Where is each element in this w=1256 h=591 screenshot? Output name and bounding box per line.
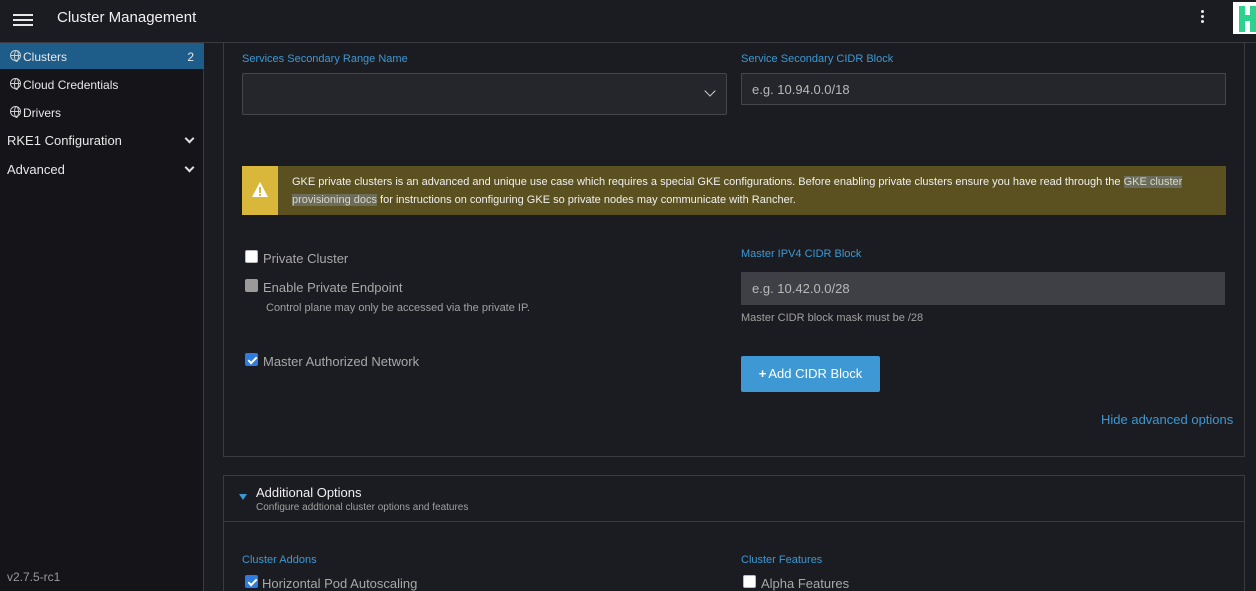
- globe-icon: [10, 78, 21, 90]
- page-title: Cluster Management: [57, 9, 197, 26]
- private-cluster-checkbox[interactable]: [245, 250, 258, 263]
- private-endpoint-checkbox[interactable]: [245, 279, 258, 292]
- plus-icon: +: [758, 366, 767, 381]
- private-endpoint-label: Enable Private Endpoint: [263, 280, 403, 295]
- add-cidr-block-button[interactable]: + Add CIDR Block: [741, 356, 880, 392]
- warning-icon: [242, 166, 278, 215]
- version-label: v2.7.5-rc1: [7, 570, 61, 584]
- sidebar-group-rke1-configuration[interactable]: RKE1 Configuration: [0, 127, 204, 153]
- services-range-select[interactable]: [242, 73, 727, 115]
- sidebar-group-advanced[interactable]: Advanced: [0, 156, 204, 182]
- alpha-features-checkbox[interactable]: [743, 575, 756, 588]
- services-range-label: Services Secondary Range Name: [242, 53, 408, 65]
- horizontal-pod-autoscaling-checkbox[interactable]: [245, 575, 258, 588]
- service-cidr-label: Service Secondary CIDR Block: [741, 53, 894, 65]
- master-ipv4-input[interactable]: [741, 272, 1225, 305]
- additional-options-header[interactable]: [223, 475, 1245, 522]
- sidebar-item-clusters[interactable]: Clusters 2: [0, 43, 204, 69]
- sidebar-item-label: Cloud Credentials: [23, 78, 119, 92]
- additional-options-subtitle: Configure addtional cluster options and …: [256, 502, 469, 513]
- additional-options-title: Additional Options: [256, 485, 362, 500]
- globe-icon: [10, 50, 21, 62]
- warning-message: GKE private clusters is an advanced and …: [292, 176, 1183, 206]
- alpha-features-label: Alpha Features: [761, 576, 850, 591]
- globe-icon: [10, 106, 21, 118]
- sidebar-item-label: Drivers: [23, 106, 61, 120]
- chevron-down-icon: [184, 162, 195, 173]
- master-ipv4-label: Master IPV4 CIDR Block: [741, 248, 862, 260]
- chevron-down-icon: [184, 133, 195, 144]
- sidebar: Clusters 2 Cloud Credentials Drivers RKE…: [0, 43, 204, 591]
- cluster-features-label: Cluster Features: [741, 554, 823, 566]
- caret-down-icon[interactable]: [239, 494, 247, 500]
- private-cluster-warning-banner: GKE private clusters is an advanced and …: [242, 166, 1226, 215]
- hide-advanced-options-link[interactable]: Hide advanced options: [1101, 412, 1233, 427]
- cluster-addons-label: Cluster Addons: [242, 554, 317, 566]
- rancher-logo[interactable]: [1233, 2, 1256, 34]
- hamburger-menu-icon[interactable]: [13, 11, 33, 27]
- private-cluster-label: Private Cluster: [263, 251, 349, 266]
- sidebar-item-label: Clusters: [23, 50, 68, 64]
- chevron-down-icon: [704, 85, 716, 97]
- private-endpoint-hint: Control plane may only be accessed via t…: [266, 302, 530, 314]
- sidebar-group-label: Advanced: [7, 162, 65, 177]
- master-authorized-network-checkbox[interactable]: [245, 353, 258, 366]
- master-ipv4-hint: Master CIDR block mask must be /28: [741, 312, 924, 324]
- sidebar-item-drivers[interactable]: Drivers: [0, 99, 204, 125]
- clusters-count-badge: 2: [187, 50, 194, 64]
- master-authorized-network-label: Master Authorized Network: [263, 354, 420, 369]
- top-bar: Cluster Management: [0, 0, 1256, 43]
- sidebar-group-label: RKE1 Configuration: [7, 133, 122, 148]
- service-cidr-input[interactable]: [741, 73, 1226, 105]
- horizontal-pod-autoscaling-label: Horizontal Pod Autoscaling: [262, 576, 418, 591]
- sidebar-item-cloud-credentials[interactable]: Cloud Credentials: [0, 71, 204, 97]
- kebab-menu-icon[interactable]: [1196, 8, 1208, 28]
